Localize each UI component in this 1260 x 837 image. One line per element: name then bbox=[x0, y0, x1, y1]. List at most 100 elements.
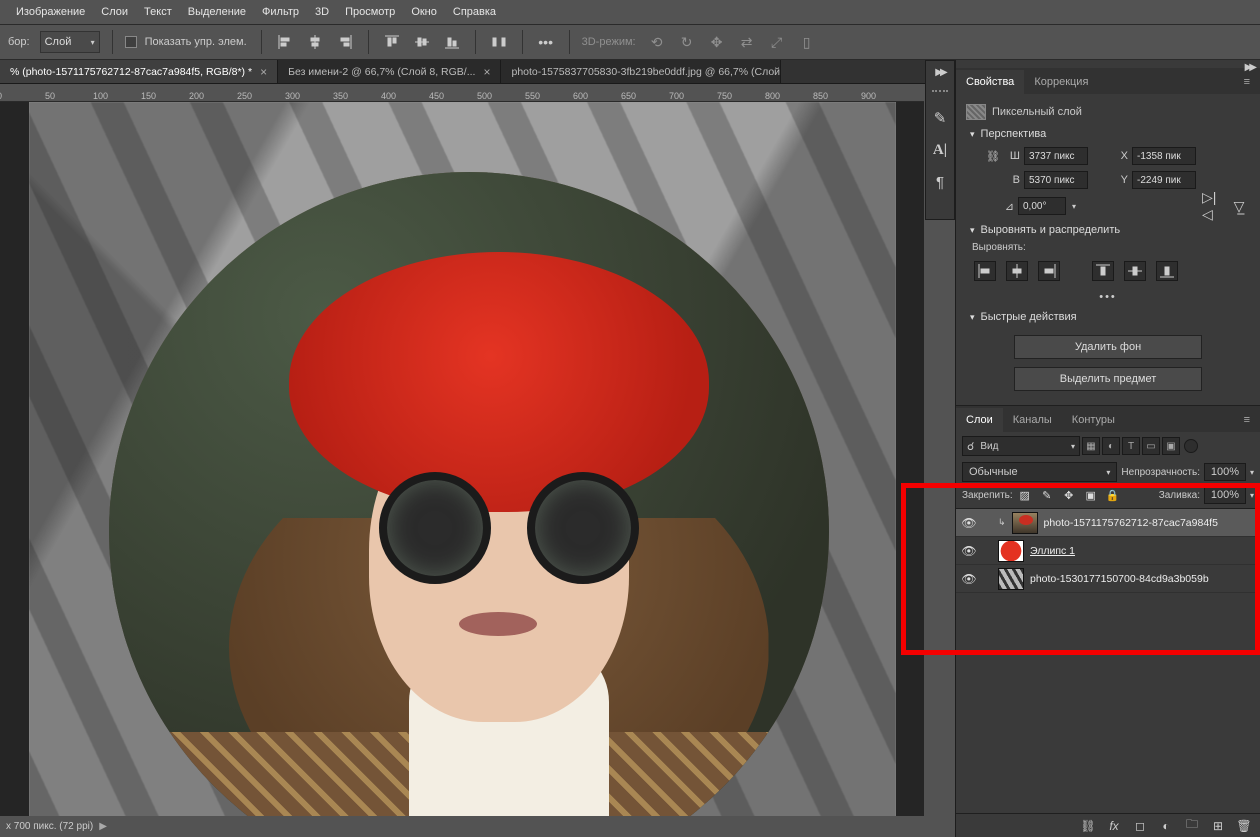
filter-toggle[interactable] bbox=[1184, 439, 1198, 453]
menu-filter[interactable]: Фильтр bbox=[254, 6, 307, 18]
collapse-right-icon[interactable]: ▶▶ bbox=[1245, 62, 1254, 73]
lock-pixels-icon[interactable]: ✎ bbox=[1039, 487, 1055, 503]
opacity-input[interactable]: 100% bbox=[1204, 463, 1246, 481]
angle-input[interactable] bbox=[1018, 197, 1066, 215]
filter-smart-icon[interactable]: ▣ bbox=[1162, 437, 1180, 455]
filter-shape-icon[interactable]: ▭ bbox=[1142, 437, 1160, 455]
filter-image-icon[interactable]: ▦ bbox=[1082, 437, 1100, 455]
delete-layer-icon[interactable]: 🗑 bbox=[1236, 818, 1252, 834]
document-tab-2[interactable]: Без имени-2 @ 66,7% (Слой 8, RGB/...× bbox=[278, 60, 501, 83]
close-icon[interactable]: × bbox=[483, 65, 490, 79]
show-transform-checkbox[interactable] bbox=[125, 36, 137, 48]
fill-input[interactable]: 100% bbox=[1204, 486, 1246, 504]
tab-channels[interactable]: Каналы bbox=[1003, 408, 1062, 432]
menu-view[interactable]: Просмотр bbox=[337, 6, 403, 18]
align-right-icon[interactable] bbox=[334, 31, 356, 53]
x-input[interactable] bbox=[1132, 147, 1196, 165]
status-flyout-icon[interactable]: ▶ bbox=[99, 821, 107, 832]
lock-position-icon[interactable]: ✥ bbox=[1061, 487, 1077, 503]
grip-icon[interactable] bbox=[932, 90, 948, 93]
lock-transparency-icon[interactable]: ▨ bbox=[1017, 487, 1033, 503]
layer-name[interactable]: photo-1571175762712-87cac7a984f5 bbox=[1044, 517, 1254, 529]
layer-name[interactable]: Эллипс 1 bbox=[1030, 545, 1254, 557]
add-mask-icon[interactable]: ◻ bbox=[1132, 818, 1148, 834]
layer-thumbnail[interactable] bbox=[1012, 512, 1038, 534]
menu-text[interactable]: Текст bbox=[136, 6, 180, 18]
visibility-icon[interactable]: 👁 bbox=[962, 572, 976, 586]
canvas-area[interactable] bbox=[0, 102, 924, 816]
menu-window[interactable]: Окно bbox=[403, 6, 445, 18]
align-center-v-icon[interactable] bbox=[411, 31, 433, 53]
adjustment-layer-icon[interactable]: ◐ bbox=[1158, 818, 1174, 834]
panel-menu-icon[interactable]: ≡ bbox=[1234, 408, 1260, 432]
visibility-icon[interactable]: 👁 bbox=[962, 516, 976, 530]
layer-thumbnail[interactable] bbox=[998, 540, 1024, 562]
document-tab-1[interactable]: % (photo-1571175762712-87cac7a984f5, RGB… bbox=[0, 60, 278, 83]
lock-artboard-icon[interactable]: ▣ bbox=[1083, 487, 1099, 503]
paragraph-panel-icon[interactable]: ¶ bbox=[929, 171, 951, 193]
flip-horizontal-icon[interactable]: ▷|◁ bbox=[1202, 195, 1224, 217]
section-align[interactable]: Выровнять и распределить bbox=[966, 220, 1250, 240]
link-wh-icon[interactable]: ⛓ bbox=[986, 150, 1000, 163]
flip-vertical-icon[interactable]: ▽̲ bbox=[1228, 195, 1250, 217]
layer-name[interactable]: photo-1530177150700-84cd9a3b059b bbox=[1030, 573, 1254, 585]
section-transform[interactable]: Перспектива bbox=[966, 124, 1250, 144]
filter-adjust-icon[interactable]: ◐ bbox=[1102, 437, 1120, 455]
lock-all-icon[interactable]: 🔒 bbox=[1105, 487, 1121, 503]
visibility-icon[interactable]: 👁 bbox=[962, 544, 976, 558]
menu-image[interactable]: Изображение bbox=[8, 6, 93, 18]
width-input[interactable] bbox=[1024, 147, 1088, 165]
filter-type-icon[interactable]: T bbox=[1122, 437, 1140, 455]
collapse-icon[interactable]: ▶▶ bbox=[935, 67, 944, 78]
menu-help[interactable]: Справка bbox=[445, 6, 504, 18]
menu-select[interactable]: Выделение bbox=[180, 6, 254, 18]
remove-background-button[interactable]: Удалить фон bbox=[1014, 335, 1202, 359]
layer-row[interactable]: 👁 ↳ photo-1571175762712-87cac7a984f5 bbox=[956, 509, 1260, 537]
layer-kind-dropdown[interactable]: Вид▾ bbox=[962, 436, 1080, 456]
separator bbox=[112, 30, 113, 54]
new-layer-icon[interactable]: ⊞ bbox=[1210, 818, 1226, 834]
align-top-icon[interactable] bbox=[381, 31, 403, 53]
select-subject-button[interactable]: Выделить предмет bbox=[1014, 367, 1202, 391]
menu-layers[interactable]: Слои bbox=[93, 6, 136, 18]
align-right-button[interactable] bbox=[1038, 261, 1060, 281]
brush-panel-icon[interactable]: ✎ bbox=[929, 107, 951, 129]
close-icon[interactable]: × bbox=[260, 65, 267, 79]
document-canvas[interactable] bbox=[29, 102, 896, 816]
more-options-icon[interactable]: ••• bbox=[535, 31, 557, 53]
align-bottom-icon[interactable] bbox=[441, 31, 463, 53]
align-center-v-button[interactable] bbox=[1124, 261, 1146, 281]
align-bottom-button[interactable] bbox=[1156, 261, 1178, 281]
character-panel-icon[interactable]: A| bbox=[929, 139, 951, 161]
collapsed-panels-strip[interactable]: ▶▶ ✎ A| ¶ bbox=[925, 60, 955, 220]
angle-dropdown-icon[interactable]: ▾ bbox=[1070, 202, 1078, 211]
height-input[interactable] bbox=[1024, 171, 1088, 189]
options-set-dropdown[interactable]: Слой bbox=[40, 31, 100, 53]
fill-dropdown-icon[interactable]: ▾ bbox=[1250, 491, 1254, 500]
distribute-icon[interactable] bbox=[488, 31, 510, 53]
align-left-icon[interactable] bbox=[274, 31, 296, 53]
align-top-button[interactable] bbox=[1092, 261, 1114, 281]
align-center-h-button[interactable] bbox=[1006, 261, 1028, 281]
tab-properties[interactable]: Свойства bbox=[956, 70, 1024, 94]
more-align-icon[interactable]: ••• bbox=[966, 287, 1250, 307]
document-tab-3[interactable]: photo-1575837705830-3fb219be0ddf.jpg @ 6… bbox=[501, 60, 781, 83]
ruler-horizontal[interactable]: 0501001502002503003504004505005506006507… bbox=[0, 84, 924, 102]
tab-layers[interactable]: Слои bbox=[956, 408, 1003, 432]
blend-mode-dropdown[interactable]: Обычные bbox=[962, 462, 1117, 482]
section-quick-actions[interactable]: Быстрые действия bbox=[966, 307, 1250, 327]
opacity-dropdown-icon[interactable]: ▾ bbox=[1250, 468, 1254, 477]
link-layers-icon[interactable]: ⛓ bbox=[1080, 818, 1096, 834]
y-input[interactable] bbox=[1132, 171, 1196, 189]
layer-fx-icon[interactable]: fx bbox=[1106, 818, 1122, 834]
layer-row[interactable]: 👁 Эллипс 1 bbox=[956, 537, 1260, 565]
layer-row[interactable]: 👁 photo-1530177150700-84cd9a3b059b bbox=[956, 565, 1260, 593]
panel-menu-icon[interactable]: ≡ bbox=[1234, 70, 1260, 94]
menu-3d[interactable]: 3D bbox=[307, 6, 337, 18]
layer-thumbnail[interactable] bbox=[998, 568, 1024, 590]
align-left-button[interactable] bbox=[974, 261, 996, 281]
tab-paths[interactable]: Контуры bbox=[1062, 408, 1125, 432]
new-group-icon[interactable]: 🗀 bbox=[1184, 818, 1200, 834]
align-center-h-icon[interactable] bbox=[304, 31, 326, 53]
tab-adjustments[interactable]: Коррекция bbox=[1024, 70, 1098, 94]
